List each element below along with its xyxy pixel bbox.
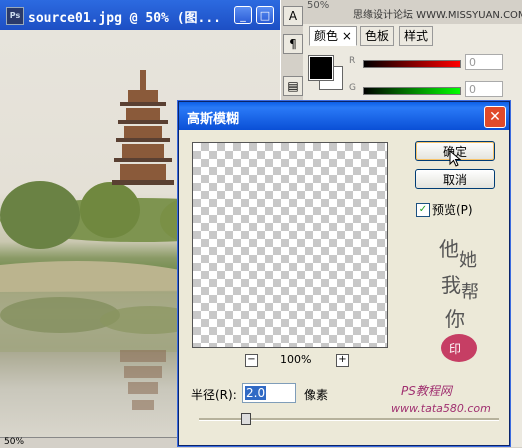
zoom-out-button[interactable]: − <box>245 354 258 367</box>
preview-checkbox-label[interactable]: 预览(P) <box>432 201 473 218</box>
document-title: source01.jpg @ 50% (图... <box>28 11 222 26</box>
zoom-status: 50% <box>4 437 25 447</box>
radius-input[interactable]: 2.0 <box>242 383 296 403</box>
foreground-color-chip[interactable] <box>308 55 334 81</box>
preview-zoom-value: 100% <box>280 353 312 366</box>
dialog-title: 高斯模糊 <box>187 112 240 127</box>
tab-color[interactable]: 颜色 × <box>309 26 357 46</box>
document-title-bar[interactable]: Ps source01.jpg @ 50% (图... _ □ <box>0 0 280 30</box>
svg-text:帮: 帮 <box>461 282 479 303</box>
svg-text:他: 他 <box>439 237 459 261</box>
close-button[interactable]: ✕ <box>484 106 506 128</box>
tab-close-icon[interactable]: × <box>342 29 352 43</box>
tab-color-label: 颜色 <box>314 29 339 43</box>
slider-label-g: G <box>349 83 356 93</box>
maximize-button[interactable]: □ <box>256 6 274 24</box>
svg-text:我: 我 <box>441 273 461 297</box>
slider-label-r: R <box>349 56 356 66</box>
cancel-button[interactable]: 取消 <box>415 169 495 189</box>
green-value-field[interactable]: 0 <box>465 81 503 97</box>
zoom-in-button[interactable]: + <box>336 354 349 367</box>
tab-styles[interactable]: 样式 <box>399 26 434 46</box>
radius-unit-label: 像素 <box>304 388 329 402</box>
red-value-field[interactable]: 0 <box>465 54 503 70</box>
red-slider[interactable] <box>363 60 461 68</box>
radius-label: 半径(R): <box>191 388 237 402</box>
radius-slider-thumb[interactable] <box>241 413 251 425</box>
blur-preview-area[interactable] <box>192 142 388 348</box>
svg-text:你: 你 <box>445 307 465 331</box>
radius-value: 2.0 <box>245 386 267 400</box>
navigator-strip: 50% 思缘设计论坛 WWW.MISSYUAN.COM <box>303 0 522 24</box>
brand-watermark: PS教程网 <box>401 384 452 398</box>
preview-checkbox[interactable]: ✓ <box>416 203 430 217</box>
tab-swatches[interactable]: 色板 <box>360 26 395 46</box>
navigator-zoom: 50% <box>307 0 330 11</box>
dialog-title-bar[interactable]: 高斯模糊 ✕ <box>179 102 509 130</box>
svg-text:她: 她 <box>459 250 477 271</box>
mouse-pointer-icon <box>449 150 462 167</box>
green-slider[interactable] <box>363 87 461 95</box>
photoshop-icon: Ps <box>6 7 24 25</box>
brand-url-watermark: www.tata580.com <box>391 402 491 415</box>
layer-comps-button[interactable]: ▤ <box>283 76 303 96</box>
svg-text:印: 印 <box>449 342 461 356</box>
watermark-text: 思缘设计论坛 WWW.MISSYUAN.COM <box>353 10 522 21</box>
minimize-button[interactable]: _ <box>234 6 252 24</box>
paragraph-panel-button[interactable]: ¶ <box>283 34 303 54</box>
character-panel-button[interactable]: A <box>283 6 303 26</box>
gaussian-blur-dialog: 高斯模糊 ✕ − 100% + 确定 取消 ✓ 预览(P) 他 她 我 帮 你 … <box>178 101 510 446</box>
